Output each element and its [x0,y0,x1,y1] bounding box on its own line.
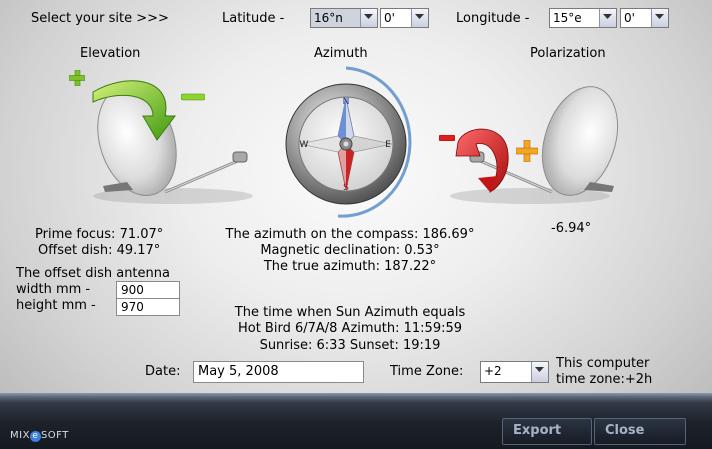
height-input[interactable]: 970 [116,298,180,316]
chevron-down-icon[interactable] [651,9,668,27]
true-azimuth-value: The true azimuth: 187.22° [263,259,437,274]
timezone-label: Time Zone: [390,364,464,379]
compass-letter-w: W [300,140,309,150]
timezone-note-line2: time zone:+2h [556,372,653,387]
longitude-minutes-select[interactable]: 0' [620,8,669,28]
chevron-down-icon[interactable] [599,9,616,27]
date-input[interactable]: May 5, 2008 [193,361,364,383]
chevron-down-icon[interactable] [411,9,428,27]
magnetic-declination-value: Magnetic declination: 0.53° [260,243,440,258]
compass-letter-e: E [385,140,391,150]
compass-icon: N E S W [285,66,412,218]
minus-icon[interactable] [438,130,456,142]
select-site-label: Select your site >>> [31,11,169,26]
sunrise-sunset: Sunrise: 6:33 Sunset: 19:19 [259,338,441,353]
longitude-degrees-select[interactable]: 15°e [549,8,617,28]
date-label: Date: [145,364,181,379]
mixesoft-logo: MIX e SOFT [10,430,69,442]
sun-heading: The time when Sun Azimuth equals [234,305,466,320]
plus-icon[interactable] [68,69,86,87]
polarization-value: -6.94° [551,221,592,236]
width-input[interactable]: 900 [116,281,180,299]
longitude-label: Longitude - [456,11,530,26]
compass-letter-s: S [343,183,349,193]
minus-icon[interactable] [180,90,206,101]
polarization-title: Polarization [530,46,606,61]
plus-icon[interactable] [515,139,539,163]
close-button[interactable]: Close [594,418,686,445]
offset-dish-value: Offset dish: 49.17° [38,243,161,258]
latitude-degrees-select[interactable]: 16°n [310,8,378,28]
timezone-select[interactable]: +2 [480,361,549,383]
chevron-down-icon[interactable] [360,9,377,27]
elevation-dish-illustration [92,80,253,204]
export-button[interactable]: Export [502,418,592,445]
elevation-title: Elevation [80,46,141,61]
timezone-note-line1: This computer [556,356,650,371]
latitude-minutes-select[interactable]: 0' [380,8,429,28]
prime-focus-value: Prime focus: 71.07° [35,227,164,242]
azimuth-title: Azimuth [314,46,368,61]
compass-letter-n: N [343,97,350,107]
latitude-label: Latitude - [222,11,285,26]
height-label: height mm - [16,298,96,313]
width-label: width mm - [16,282,91,297]
chevron-down-icon[interactable] [531,362,548,382]
polarization-dish-illustration [450,86,619,204]
sun-azimuth-time: Hot Bird 6/7A/8 Azimuth: 11:59:59 [237,321,463,336]
antenna-heading: The offset dish antenna [16,266,170,281]
compass-azimuth-value: The azimuth on the compass: 186.69° [225,227,475,242]
satellite-calculator-window: Select your site >>> Latitude - 16°n 0' … [0,0,712,449]
